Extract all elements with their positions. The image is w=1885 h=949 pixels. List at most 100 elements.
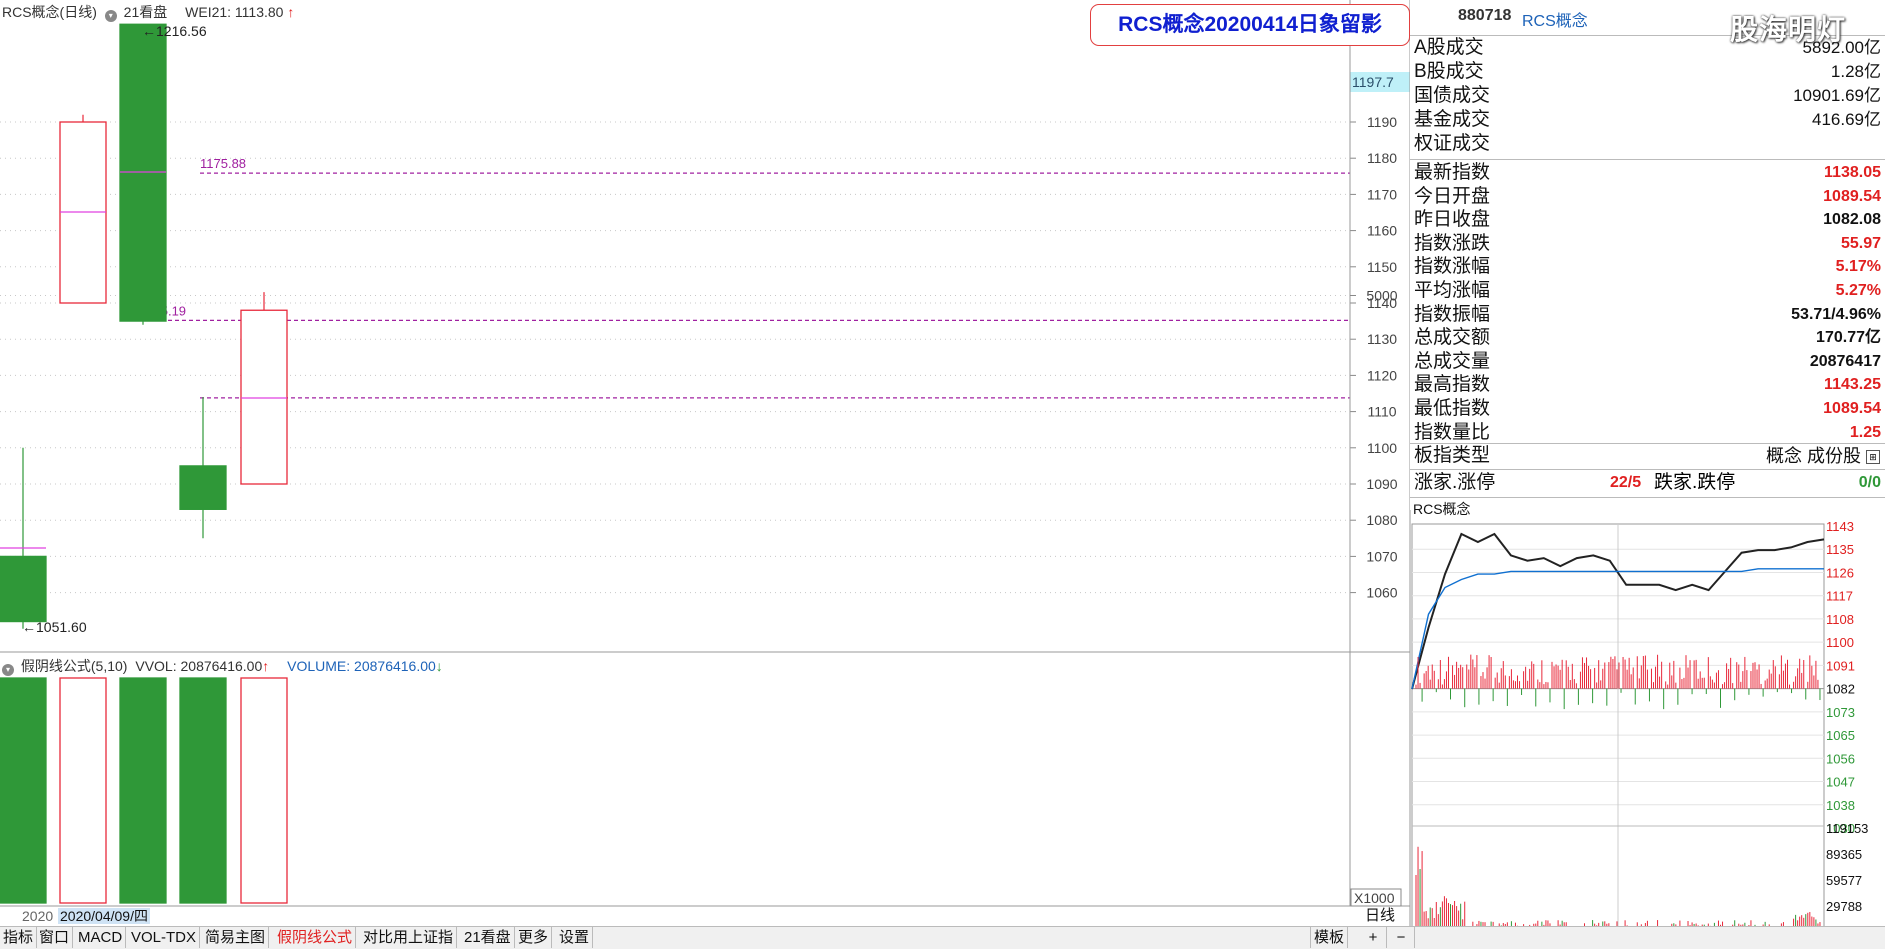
stat-value: 1089.54 xyxy=(1823,187,1881,205)
stat-row: 最低指数 1089.54 xyxy=(1410,397,1885,421)
stat-value: 5.27% xyxy=(1835,282,1881,299)
intraday-price-label: 1143 xyxy=(1826,519,1854,534)
volume-bar xyxy=(179,677,227,904)
intraday-price-label: 1091 xyxy=(1826,658,1855,673)
divider xyxy=(1410,497,1885,498)
price-tick-label: 1070 xyxy=(1366,548,1397,564)
vvol-value: VVOL: 20876416.00 xyxy=(135,658,263,674)
volume-bar xyxy=(0,677,47,904)
intraday-volume-label: 119153 xyxy=(1826,821,1868,836)
arrow-up-icon: ↑ xyxy=(262,658,270,674)
stat-value: 1143.25 xyxy=(1824,376,1881,394)
candle-body xyxy=(119,23,167,322)
price-tick-label: 1110 xyxy=(1367,404,1396,420)
intraday-volume-label: 59577 xyxy=(1826,873,1862,888)
high-annotation: ←1216.56 xyxy=(142,23,207,39)
up-value: 22/5 xyxy=(1610,474,1642,491)
index-name: RCS概念 xyxy=(1522,13,1588,30)
stat-value: 1082.08 xyxy=(1823,211,1881,229)
stat-row: 最高指数 1143.25 xyxy=(1410,373,1885,397)
mode-label[interactable]: 21看盘 xyxy=(124,4,168,20)
stat-label: 最新指数 xyxy=(1414,162,1491,183)
formula-label: 假阴线公式(5,10) xyxy=(20,658,128,674)
stat-label: 最低指数 xyxy=(1414,398,1491,419)
price-tick-label: 1100 xyxy=(1367,440,1397,456)
candle-body xyxy=(179,465,227,510)
stat-label: 指数振幅 xyxy=(1414,303,1491,325)
turnover-row: 权证成交 xyxy=(1410,132,1885,156)
price-tick-label: 1090 xyxy=(1366,476,1397,492)
tab-8[interactable]: 21看盘 xyxy=(461,927,515,948)
tab-2[interactable]: 窗口 xyxy=(36,927,74,948)
year-label: 2020 xyxy=(22,908,54,924)
tab-5[interactable]: 简易主图 xyxy=(202,927,270,948)
chevron-down-icon[interactable]: ▾ xyxy=(2,664,14,676)
stat-label: 指数涨幅 xyxy=(1414,256,1491,278)
volume-bar xyxy=(59,677,107,904)
zoom-out-button[interactable]: − xyxy=(1388,927,1415,948)
stat-label: 指数量比 xyxy=(1414,421,1491,443)
intraday-price-label: 1108 xyxy=(1826,612,1854,627)
turnover-value: 416.69亿 xyxy=(1812,110,1881,129)
intraday-price-label: 1047 xyxy=(1826,775,1855,790)
turnover-label: 国债成交 xyxy=(1414,85,1491,106)
period-label[interactable]: 日线 xyxy=(1350,906,1410,926)
down-label: 跌家.跌停 xyxy=(1654,472,1736,493)
price-tick-label: 1170 xyxy=(1367,186,1397,202)
stat-row: 指数涨跌 55.97 xyxy=(1410,232,1885,256)
tab-3[interactable]: MACD xyxy=(75,927,127,948)
intraday-volume-label: 29788 xyxy=(1826,899,1862,914)
tab-6[interactable]: 假阴线公式 xyxy=(274,927,357,948)
volume-header: ▾ 假阴线公式(5,10) VVOL: 20876416.00↑ VOLUME:… xyxy=(2,656,443,676)
price-tick-label: 1160 xyxy=(1367,223,1397,239)
stat-value: 53.71/4.96% xyxy=(1791,305,1881,323)
zoom-in-button[interactable]: + xyxy=(1360,927,1387,948)
down-value: 0/0 xyxy=(1858,474,1881,491)
stat-row: 总成交额 170.77亿 xyxy=(1410,326,1885,350)
intraday-price-label: 1100 xyxy=(1826,635,1854,650)
divider xyxy=(1410,159,1885,160)
price-tick-label: 1150 xyxy=(1367,259,1397,275)
stat-value: 1.25 xyxy=(1849,423,1881,441)
tab-1[interactable]: 指标 xyxy=(0,927,38,948)
turnover-label: 基金成交 xyxy=(1414,109,1491,130)
watermark-text: 股海明灯 xyxy=(1730,14,1847,45)
arrow-down-icon: ↓ xyxy=(435,658,443,674)
price-tick-label: 1120 xyxy=(1367,367,1397,383)
turnover-label: A股成交 xyxy=(1414,37,1484,58)
intraday-price-label: 1082 xyxy=(1826,682,1855,697)
candle-body xyxy=(240,309,288,485)
turnover-label: 权证成交 xyxy=(1414,133,1491,154)
turnover-value: 10901.69亿 xyxy=(1793,86,1881,105)
stat-value: 20876417 xyxy=(1809,352,1881,370)
stat-row: 总成交量 20876417 xyxy=(1410,350,1885,374)
tab-7[interactable]: 对比用上证指 xyxy=(360,927,458,948)
template-button[interactable]: 模板 xyxy=(1310,927,1349,948)
volume-tick-label: 5000 xyxy=(1366,288,1397,304)
intraday-price-label: 1038 xyxy=(1826,798,1855,813)
board-type-row: 板指类型 概念 成份股 ⊞ xyxy=(1410,444,1885,468)
candle-body xyxy=(0,555,47,623)
tab-10[interactable]: 设置 xyxy=(556,927,594,948)
turnover-label: B股成交 xyxy=(1414,61,1484,82)
title-box: RCS概念20200414日象留影 xyxy=(1090,4,1410,46)
chevron-down-icon[interactable]: ▾ xyxy=(104,10,117,22)
intraday-price-label: 1135 xyxy=(1826,542,1854,557)
expand-icon[interactable]: ⊞ xyxy=(1866,450,1880,464)
low-annotation: ←1051.60 xyxy=(22,619,87,635)
stat-value: 170.77亿 xyxy=(1816,329,1881,347)
stat-row: 昨日收盘 1082.08 xyxy=(1410,208,1885,232)
index-label: RCS概念(日线) xyxy=(2,4,97,20)
volume-bar xyxy=(240,677,288,904)
intraday-title: RCS概念 xyxy=(1413,501,1471,517)
tab-9[interactable]: 更多 xyxy=(515,927,553,948)
board-type-label: 板指类型 xyxy=(1414,445,1491,466)
turnover-value: 1.28亿 xyxy=(1830,62,1881,81)
tab-4[interactable]: VOL-TDX xyxy=(128,927,201,948)
stat-label: 今日开盘 xyxy=(1414,185,1491,207)
selected-date: 2020/04/09/四 xyxy=(58,908,150,924)
stat-label: 指数涨跌 xyxy=(1414,232,1491,254)
intraday-price-label: 1126 xyxy=(1826,565,1854,580)
stat-label: 平均涨幅 xyxy=(1414,280,1491,301)
stat-value: 1138.05 xyxy=(1824,164,1881,181)
